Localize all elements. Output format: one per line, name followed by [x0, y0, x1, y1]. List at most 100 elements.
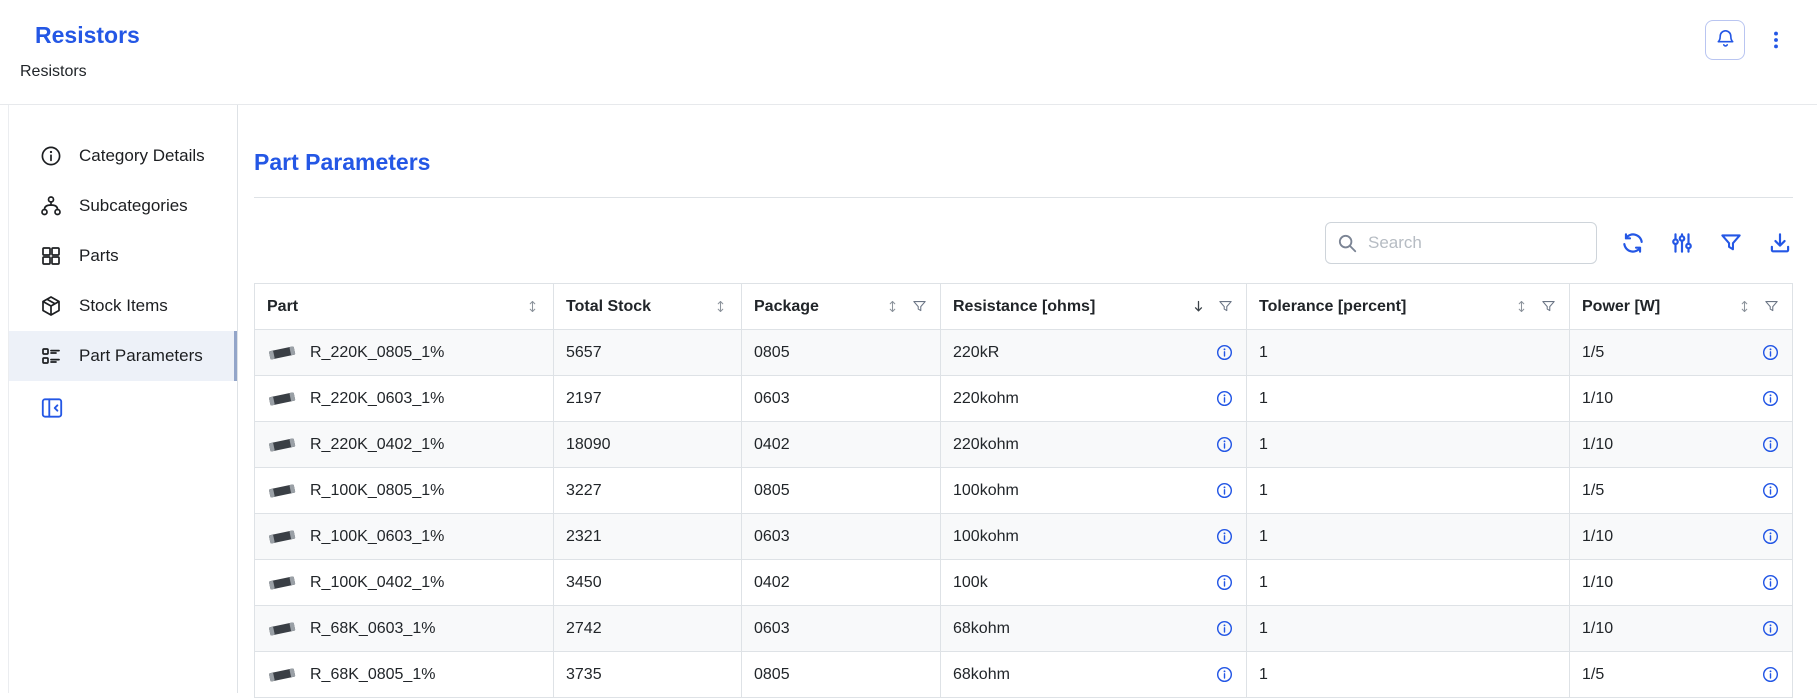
sidebar: Category Details Subcategories [9, 105, 238, 693]
column-filter-icon[interactable] [1763, 298, 1780, 315]
sort-icon[interactable] [1513, 298, 1530, 315]
grid-icon [39, 244, 63, 268]
download-button[interactable] [1767, 230, 1793, 256]
collapse-sidebar-icon [39, 395, 65, 421]
info-icon[interactable] [1215, 527, 1234, 546]
part-name: R_100K_0402_1% [310, 574, 444, 592]
column-header[interactable]: Power [W] [1570, 284, 1793, 330]
package-cell: 0603 [742, 376, 941, 422]
column-header[interactable]: Tolerance [percent] [1247, 284, 1570, 330]
column-header[interactable]: Total Stock [554, 284, 742, 330]
info-icon[interactable] [1761, 343, 1780, 362]
sidebar-item-parts[interactable]: Parts [9, 231, 237, 281]
sort-icon[interactable] [884, 298, 901, 315]
resistance-value: 220kohm [953, 436, 1019, 454]
info-icon[interactable] [1215, 665, 1234, 684]
column-settings-button[interactable] [1669, 230, 1695, 256]
info-icon[interactable] [1761, 389, 1780, 408]
filter-icon [1718, 230, 1744, 256]
filter-button[interactable] [1718, 230, 1744, 256]
column-filter-icon[interactable] [1540, 298, 1557, 315]
sidebar-item-category-details[interactable]: Category Details [9, 131, 237, 181]
info-icon[interactable] [1215, 389, 1234, 408]
info-icon[interactable] [1215, 573, 1234, 592]
notifications-button[interactable] [1705, 20, 1745, 60]
sort-desc-icon[interactable] [1190, 298, 1207, 315]
sidebar-item-subcategories[interactable]: Subcategories [9, 181, 237, 231]
search-input[interactable] [1325, 222, 1597, 264]
refresh-button[interactable] [1620, 230, 1646, 256]
part-name: R_100K_0603_1% [310, 528, 444, 546]
bell-icon [1714, 27, 1737, 53]
sort-icon[interactable] [1736, 298, 1753, 315]
package-cell: 0603 [742, 514, 941, 560]
resistance-cell: 68kohm [941, 652, 1247, 698]
column-header[interactable]: Part [255, 284, 554, 330]
column-header[interactable]: Package [742, 284, 941, 330]
power-cell: 1/5 [1570, 330, 1793, 376]
collapse-sidebar-button[interactable] [39, 395, 65, 421]
main-panel: Part Parameters [238, 105, 1817, 693]
sidebar-item-label: Stock Items [79, 296, 168, 316]
sidebar-item-stock-items[interactable]: Stock Items [9, 281, 237, 331]
info-icon[interactable] [1761, 435, 1780, 454]
info-icon[interactable] [1761, 619, 1780, 638]
tolerance-cell: 1 [1247, 560, 1570, 606]
part-name: R_68K_0805_1% [310, 666, 435, 684]
power-value: 1/10 [1582, 620, 1613, 638]
column-label: Tolerance [percent] [1259, 298, 1406, 316]
table-row[interactable]: R_220K_0805_1%56570805220kR11/5 [255, 330, 1793, 376]
part-cell: R_220K_0402_1% [255, 422, 554, 468]
package-cell: 0805 [742, 468, 941, 514]
sidebar-item-label: Parts [79, 246, 119, 266]
sort-icon[interactable] [524, 298, 541, 315]
info-icon[interactable] [1215, 481, 1234, 500]
part-name: R_220K_0603_1% [310, 390, 444, 408]
table-row[interactable]: R_220K_0402_1%180900402220kohm11/10 [255, 422, 1793, 468]
power-cell: 1/10 [1570, 376, 1793, 422]
resistance-cell: 100k [941, 560, 1247, 606]
column-header[interactable]: Resistance [ohms] [941, 284, 1247, 330]
info-icon[interactable] [1215, 343, 1234, 362]
info-icon[interactable] [1761, 481, 1780, 500]
table-row[interactable]: R_68K_0603_1%2742060368kohm11/10 [255, 606, 1793, 652]
total-stock-cell: 3450 [554, 560, 742, 606]
power-value: 1/10 [1582, 528, 1613, 546]
info-icon[interactable] [1761, 573, 1780, 592]
table-row[interactable]: R_100K_0805_1%32270805100kohm11/5 [255, 468, 1793, 514]
page-title: Resistors [35, 22, 140, 49]
sidebar-item-part-parameters[interactable]: Part Parameters [9, 331, 237, 381]
section-divider [254, 197, 1793, 198]
power-value: 1/5 [1582, 344, 1604, 362]
part-parameters-table: PartTotal StockPackage Resistance [ohms] T… [254, 283, 1793, 698]
info-icon[interactable] [1761, 527, 1780, 546]
breadcrumb[interactable]: Resistors [20, 63, 140, 81]
power-value: 1/5 [1582, 482, 1604, 500]
table-row[interactable]: R_100K_0402_1%34500402100k11/10 [255, 560, 1793, 606]
table-head-row: PartTotal StockPackage Resistance [ohms] T… [255, 284, 1793, 330]
table-row[interactable]: R_68K_0805_1%3735080568kohm11/5 [255, 652, 1793, 698]
resistance-cell: 220kR [941, 330, 1247, 376]
table-row[interactable]: R_220K_0603_1%21970603220kohm11/10 [255, 376, 1793, 422]
info-icon[interactable] [1215, 619, 1234, 638]
total-stock-cell: 2197 [554, 376, 742, 422]
content-area: Category Details Subcategories [8, 105, 1817, 693]
resistor-chip-icon [267, 436, 297, 453]
resistance-value: 100kohm [953, 528, 1019, 546]
package-cell: 0402 [742, 422, 941, 468]
kebab-menu-button[interactable] [1761, 25, 1791, 55]
total-stock-cell: 3735 [554, 652, 742, 698]
table-row[interactable]: R_100K_0603_1%23210603100kohm11/10 [255, 514, 1793, 560]
sidebar-item-label: Subcategories [79, 196, 188, 216]
sort-icon[interactable] [712, 298, 729, 315]
resistor-chip-icon [267, 482, 297, 499]
column-label: Resistance [ohms] [953, 298, 1095, 316]
column-filter-icon[interactable] [911, 298, 928, 315]
info-icon[interactable] [1215, 435, 1234, 454]
resistor-chip-icon [267, 528, 297, 545]
column-filter-icon[interactable] [1217, 298, 1234, 315]
part-name: R_68K_0603_1% [310, 620, 435, 638]
power-value: 1/10 [1582, 390, 1613, 408]
power-cell: 1/5 [1570, 468, 1793, 514]
info-icon[interactable] [1761, 665, 1780, 684]
